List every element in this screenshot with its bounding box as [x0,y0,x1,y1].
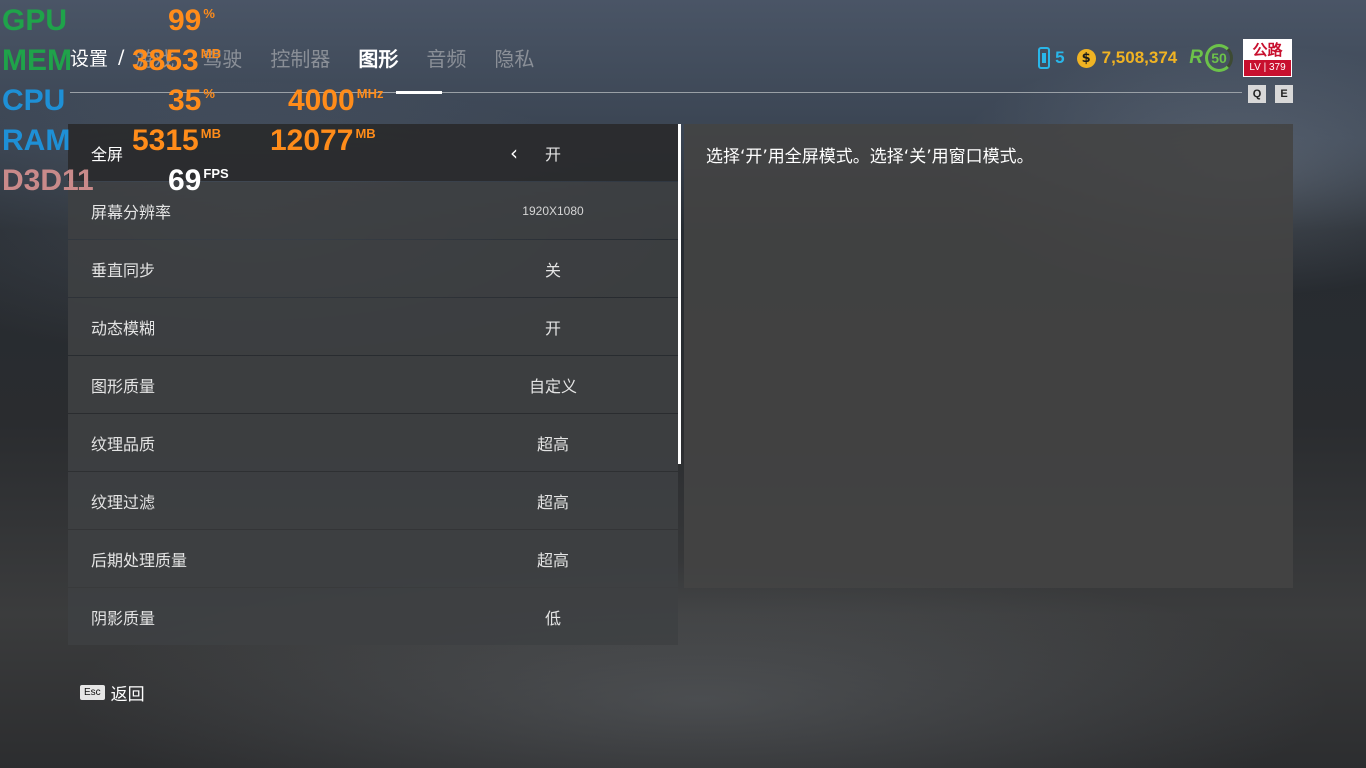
overlay-ram-label: RAM [2,124,71,157]
overlay-cpu-clock: 4000 MHz [288,86,383,116]
setting-value: 低 [544,608,561,628]
setting-row-shadow-quality[interactable]: 阴影质量 低 [68,588,678,645]
overlay-value: 5315 [132,124,199,157]
breadcrumb: 设置 [70,47,109,70]
notification-count: 5 [1055,48,1065,67]
badge-title: 公路 [1244,40,1291,60]
setting-label: 纹理过滤 [91,492,156,512]
overlay-mem-label: MEM [2,44,72,77]
graphics-settings-list: 全屏 ‹ 开 屏幕分辨率 1920X1080 垂直同步 关 动态模糊 开 图形质… [68,124,678,646]
settings-scrollbar[interactable] [678,124,681,464]
tab-audio[interactable]: 音频 [426,43,466,72]
setting-row-texture-quality[interactable]: 纹理品质 超高 [68,414,678,471]
key-q-hint[interactable]: Q [1248,85,1266,103]
esc-key-icon: Esc [80,685,105,700]
setting-value: 开 [544,144,561,164]
nav-divider [70,92,1242,93]
overlay-unit: MB [355,126,376,141]
active-tab-indicator [396,91,442,94]
setting-label: 后期处理质量 [91,550,188,570]
overlay-mem-usage: 3853 MB [132,46,221,76]
overlay-api-label: D3D11 [2,164,94,197]
overlay-value: 4000 [288,84,355,117]
badge-level: LV | 379 [1244,60,1291,76]
credits-amount: 7,508,374 [1101,48,1178,67]
overlay-unit: % [203,86,215,101]
player-level: 50 [1205,44,1233,72]
setting-label: 垂直同步 [91,260,156,280]
setting-row-resolution[interactable]: 屏幕分辨率 1920X1080 [68,182,678,239]
overlay-value: 3853 [132,44,199,77]
overlay-value: 99 [168,4,202,37]
setting-row-graphics-quality[interactable]: 图形质量 自定义 [68,356,678,413]
overlay-gpu-label: GPU [2,4,68,37]
player-status: 5 $ 7,508,374 R 50 公路 LV | 379 [1038,38,1292,78]
setting-description: 选择‘开’用全屏模式。选择‘关’用窗口模式。 [706,147,1034,167]
setting-value: 超高 [536,550,569,570]
overlay-gpu-usage: 99% [168,6,215,36]
credits-coin-icon: $ [1076,48,1096,68]
setting-value: 1920X1080 [522,203,584,218]
setting-label: 动态模糊 [91,318,156,338]
back-button[interactable]: Esc 返回 [80,680,145,705]
setting-label: 阴影质量 [91,608,156,628]
tab-privacy[interactable]: 隐私 [494,43,534,72]
overlay-ram-total: 12077 MB [270,126,376,156]
phone-icon [1038,47,1051,69]
setting-row-post-processing[interactable]: 后期处理质量 超高 [68,530,678,587]
overlay-unit: MB [200,46,221,61]
tab-controller[interactable]: 控制器 [270,43,330,72]
road-level-badge: 公路 LV | 379 [1243,39,1292,77]
setting-row-motion-blur[interactable]: 动态模糊 开 [68,298,678,355]
setting-value: 关 [544,260,561,280]
breadcrumb-separator: / [118,46,125,68]
overlay-unit: MB [200,126,221,141]
setting-label: 全屏 [91,144,124,164]
overlay-unit: % [203,6,215,21]
setting-label: 图形质量 [91,376,156,396]
setting-row-texture-filtering[interactable]: 纹理过滤 超高 [68,472,678,529]
rank-logo-icon: R [1189,47,1203,68]
overlay-unit: MHz [356,86,384,101]
overlay-value: 35 [168,84,202,117]
setting-value: 开 [544,318,561,338]
overlay-cpu-label: CPU [2,84,66,117]
overlay-ram-usage: 5315 MB [132,126,221,156]
setting-label: 纹理品质 [91,434,156,454]
overlay-value: 12077 [270,124,354,157]
tab-graphics[interactable]: 图形 [358,43,398,72]
overlay-fps: 69 FPS [168,166,229,196]
key-e-hint[interactable]: E [1275,85,1293,103]
setting-row-vsync[interactable]: 垂直同步 关 [68,240,678,297]
setting-label: 屏幕分辨率 [91,202,172,222]
setting-value: 超高 [536,492,569,512]
setting-description-panel: 选择‘开’用全屏模式。选择‘关’用窗口模式。 [684,124,1293,588]
overlay-unit: FPS [203,166,229,181]
setting-value: 超高 [536,434,569,454]
overlay-cpu-usage: 35% [168,86,215,116]
overlay-value: 69 [168,164,202,197]
back-label: 返回 [110,685,145,705]
setting-value: 自定义 [528,376,577,396]
